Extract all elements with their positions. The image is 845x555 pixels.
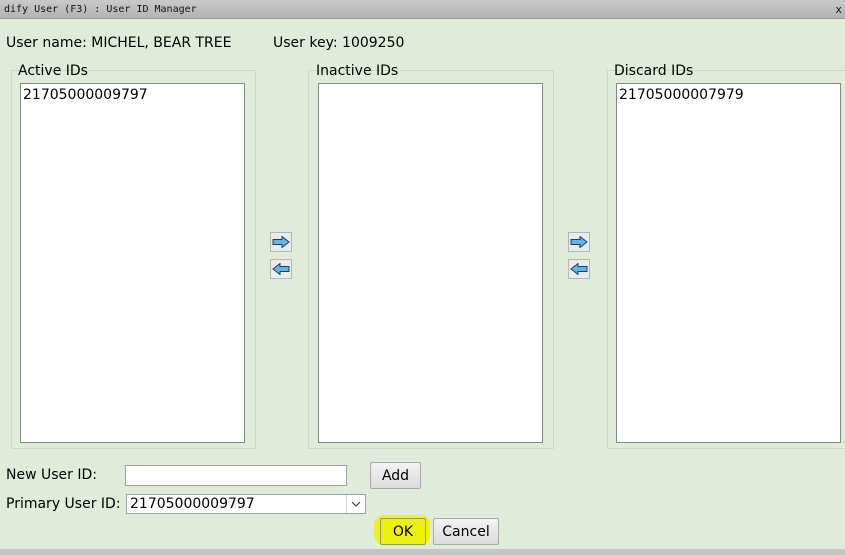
- new-user-id-label: New User ID:: [6, 467, 97, 483]
- user-key-info: User key: 1009250: [273, 35, 404, 51]
- ok-button[interactable]: OK: [380, 518, 426, 545]
- discard-ids-list[interactable]: 21705000007979: [616, 83, 841, 443]
- move-to-discard-button[interactable]: [568, 232, 590, 252]
- bottom-edge: [0, 549, 845, 555]
- active-ids-list[interactable]: 21705000009797: [20, 83, 245, 443]
- move-to-inactive-button[interactable]: [270, 232, 292, 252]
- user-name-info: User name: MICHEL, BEAR TREE: [6, 35, 231, 51]
- primary-user-id-select[interactable]: 21705000009797: [126, 494, 366, 514]
- close-icon[interactable]: x: [835, 0, 842, 19]
- arrow-left-icon: [570, 263, 588, 275]
- new-user-id-input[interactable]: [125, 465, 347, 486]
- user-key-value: 1009250: [342, 35, 405, 51]
- active-ids-label: Active IDs: [18, 63, 88, 79]
- move-to-active-button[interactable]: [270, 259, 292, 279]
- primary-user-id-label: Primary User ID:: [6, 496, 121, 512]
- add-button[interactable]: Add: [370, 462, 421, 489]
- discard-ids-label: Discard IDs: [614, 63, 694, 79]
- discard-id-item[interactable]: 21705000007979: [619, 87, 838, 104]
- window-title-bar: dify User (F3) : User ID Manager x: [0, 0, 845, 19]
- active-id-item[interactable]: 21705000009797: [23, 87, 242, 104]
- inactive-ids-label: Inactive IDs: [316, 63, 399, 79]
- user-key-label: User key:: [273, 35, 338, 51]
- arrow-right-icon: [272, 236, 290, 248]
- arrow-right-icon: [570, 236, 588, 248]
- inactive-ids-list[interactable]: [318, 83, 543, 443]
- window-title: dify User (F3) : User ID Manager: [4, 4, 197, 15]
- user-name-value: MICHEL, BEAR TREE: [91, 35, 232, 51]
- cancel-button[interactable]: Cancel: [433, 518, 499, 545]
- move-to-inactive-from-discard-button[interactable]: [568, 259, 590, 279]
- primary-user-id-value: 21705000009797: [130, 496, 255, 512]
- arrow-left-icon: [272, 263, 290, 275]
- user-name-label: User name:: [6, 35, 87, 51]
- chevron-down-icon[interactable]: [346, 495, 365, 513]
